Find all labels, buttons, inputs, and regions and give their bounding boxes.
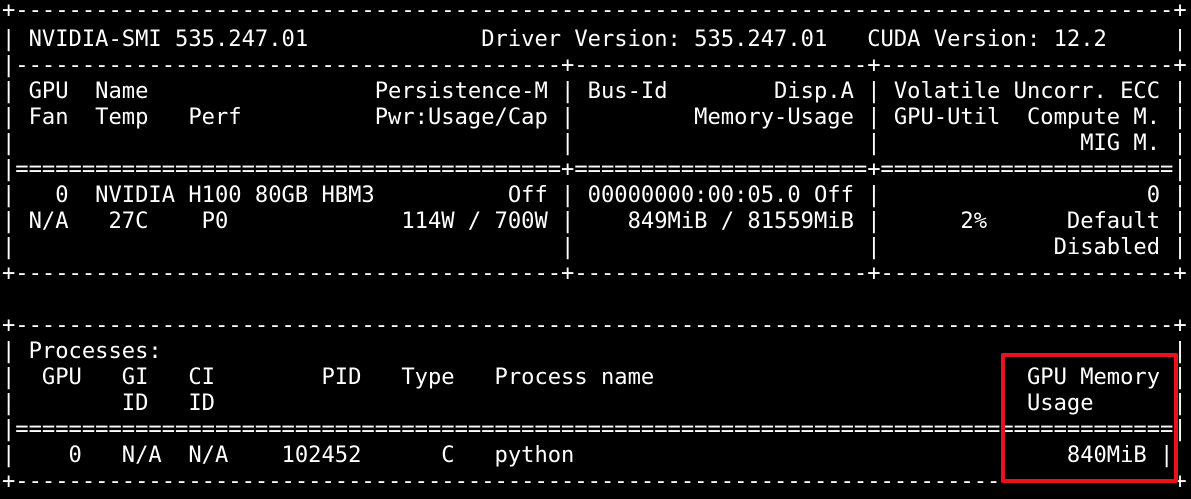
- process-row: | 0 N/A N/A 102452 C python 840MiB |: [2, 442, 1174, 468]
- processes-border-top: +---------------------------------------…: [2, 312, 1187, 338]
- table-border-top: +---------------------------------------…: [2, 0, 1187, 23]
- table-border-bottom: +---------------------------------------…: [2, 260, 1187, 286]
- gpu-column-headers-row-1: | GPU Name Persistence-M | Bus-Id Disp.A…: [2, 78, 1187, 104]
- gpu-column-headers-row-3: | | | MIG M. |: [2, 130, 1187, 156]
- gpu-row-line-1: | 0 NVIDIA H100 80GB HBM3 Off | 00000000…: [2, 182, 1187, 208]
- gpu-column-headers-row-2: | Fan Temp Perf Pwr:Usage/Cap | Memory-U…: [2, 104, 1187, 130]
- header-versions-row: | NVIDIA-SMI 535.247.01 Driver Version: …: [2, 26, 1187, 52]
- gpu-row-line-2: | N/A 27C P0 114W / 700W | 849MiB / 8155…: [2, 208, 1187, 234]
- table-double-divider: |=======================================…: [2, 156, 1187, 182]
- gpu-row-line-3: | | | Disabled |: [2, 234, 1187, 260]
- terminal-window[interactable]: +---------------------------------------…: [0, 0, 1191, 499]
- table-divider: |---------------------------------------…: [2, 52, 1187, 78]
- gpu-memory-usage-highlight: [1001, 353, 1178, 483]
